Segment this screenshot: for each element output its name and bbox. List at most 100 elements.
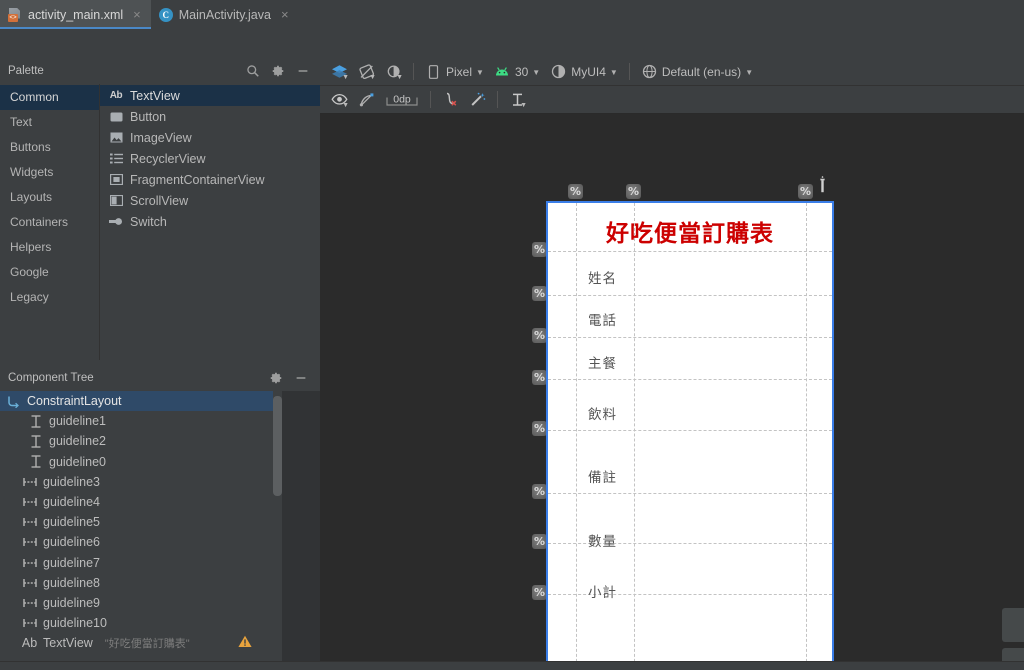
palette-category-legacy[interactable]: Legacy (0, 285, 99, 310)
tree-row-guideline8[interactable]: guideline8 (0, 573, 282, 593)
guideline-handle-horizontal-5[interactable]: % (532, 421, 547, 436)
guideline-handle-horizontal-8[interactable]: % (532, 585, 547, 600)
palette-category-helpers[interactable]: Helpers (0, 235, 99, 260)
tree-row-guideline9[interactable]: guideline9 (0, 593, 282, 613)
tree-row-guideline0[interactable]: guideline0 (0, 452, 282, 472)
guideline-handle-horizontal-3[interactable]: % (532, 328, 547, 343)
preview-field-label-remark: 備註 (588, 470, 617, 486)
tree-row-guideline4[interactable]: guideline4 (0, 492, 282, 512)
palette-category-common[interactable]: Common (0, 85, 99, 110)
theme-contrast-icon: ▼ (385, 63, 403, 81)
guideline-handle-horizontal-7[interactable]: % (532, 534, 547, 549)
tree-row-guideline10[interactable]: guideline10 (0, 613, 282, 633)
guideline-handle-horizontal-2[interactable]: % (532, 286, 547, 301)
guideline-handle-horizontal-1[interactable]: % (532, 242, 547, 257)
tree-row-guideline5[interactable]: guideline5 (0, 512, 282, 532)
toggle-constraints-button[interactable] (353, 88, 380, 112)
palette-item-fragmentcontainerview[interactable]: FragmentContainerView (100, 169, 320, 190)
recyclerview-icon (109, 152, 123, 166)
palette-item-button[interactable]: Button (100, 106, 320, 127)
palette-category-text[interactable]: Text (0, 110, 99, 135)
tree-row-guideline6[interactable]: guideline6 (0, 532, 282, 552)
gear-icon[interactable] (271, 64, 285, 78)
tab-activity-main-xml[interactable]: <> activity_main.xml × (0, 0, 151, 29)
tree-row-textview[interactable]: Ab TextView "好吃便當訂購表" (0, 633, 282, 653)
textview-icon: Ab (21, 636, 38, 651)
theme-selector[interactable]: MyUI4 ▼ (545, 60, 623, 84)
fragment-icon (109, 173, 123, 187)
palette-item-label: Button (130, 109, 167, 124)
palette-item-textview[interactable]: Ab TextView (100, 85, 320, 106)
preview-field-label-drink: 飲料 (588, 407, 617, 423)
android-studio-window: <> activity_main.xml × C MainActivity.ja… (0, 0, 1024, 670)
palette-category-layouts[interactable]: Layouts (0, 185, 99, 210)
preview-horizontal-guideline-3 (548, 337, 832, 338)
tree-row-constraintlayout[interactable]: ConstraintLayout (0, 391, 282, 412)
search-icon[interactable] (246, 64, 260, 78)
palette-category-google[interactable]: Google (0, 260, 99, 285)
toolbar-separator (413, 63, 414, 80)
design-mode-button[interactable]: ▼ (326, 60, 353, 84)
guideline-handle-vertical-1[interactable]: % (568, 184, 583, 199)
tree-row-guideline7[interactable]: guideline7 (0, 553, 282, 573)
guideline-add-icon: ▼ (512, 93, 527, 109)
minimize-icon[interactable] (296, 64, 310, 78)
palette-item-label: RecyclerView (130, 151, 206, 166)
guideline-horizontal-icon (28, 434, 43, 448)
device-preview[interactable]: 好吃便當訂購表 姓名 電話 主餐 飲料 備註 數量 小計 (546, 201, 834, 670)
tree-row-guideline2[interactable]: guideline2 (0, 431, 282, 451)
gear-icon[interactable] (269, 371, 283, 385)
device-selector[interactable]: Pixel ▼ (420, 60, 489, 84)
toolbar-separator (628, 63, 630, 80)
tree-row-label: guideline2 (49, 434, 106, 449)
guideline-handle-horizontal-4[interactable]: % (532, 370, 547, 385)
guideline-handle-vertical-2[interactable]: % (626, 184, 641, 199)
clear-constraints-button[interactable] (437, 88, 464, 112)
textview-icon: Ab (109, 90, 123, 101)
guideline-horizontal-icon (28, 455, 43, 469)
globe-icon (641, 63, 658, 80)
attributes-section-header[interactable] (1002, 608, 1024, 642)
guideline-handle-vertical-3[interactable]: % (798, 184, 813, 199)
component-tree-scrollbar-thumb[interactable] (273, 396, 282, 496)
palette-item-switch[interactable]: Switch (100, 211, 320, 232)
guidelines-button[interactable]: ▼ (504, 88, 531, 112)
margin-icon: 0dp (385, 91, 419, 108)
palette-item-label: ScrollView (130, 193, 189, 208)
clear-constraints-icon (442, 91, 459, 108)
guideline-vertical-icon (22, 535, 37, 549)
infer-constraints-button[interactable] (464, 88, 491, 112)
default-margin-field[interactable]: 0dp (380, 88, 424, 112)
guideline-vertical-icon (22, 596, 37, 610)
close-icon[interactable]: × (281, 8, 289, 21)
wrench-icon[interactable] (817, 176, 828, 196)
palette-item-scrollview[interactable]: ScrollView (100, 190, 320, 211)
palette-category-containers[interactable]: Containers (0, 210, 99, 235)
api-selector[interactable]: 30 ▼ (489, 60, 545, 84)
switch-icon (109, 215, 123, 229)
design-canvas[interactable]: % % % % % % % % % % % 好吃便當訂購表 姓名 電話 主餐 飲… (320, 115, 1024, 670)
theme-button[interactable]: ▼ (380, 60, 407, 84)
category-label: Common (10, 90, 59, 104)
tree-row-guideline1[interactable]: guideline1 (0, 411, 282, 431)
locale-selector[interactable]: Default (en-us) ▼ (636, 60, 758, 84)
close-icon[interactable]: × (133, 8, 141, 21)
device-label: Pixel (446, 64, 473, 79)
button-icon (109, 110, 123, 124)
tab-mainactivity-java[interactable]: C MainActivity.java × (151, 0, 299, 29)
palette-item-imageview[interactable]: ImageView (100, 127, 320, 148)
preview-horizontal-guideline-4 (548, 379, 832, 380)
palette-item-recyclerview[interactable]: RecyclerView (100, 148, 320, 169)
orientation-button[interactable]: ▼ (353, 60, 380, 84)
guideline-vertical-icon (22, 576, 37, 590)
palette-category-widgets[interactable]: Widgets (0, 160, 99, 185)
tree-row-guideline3[interactable]: guideline3 (0, 472, 282, 492)
palette-category-buttons[interactable]: Buttons (0, 135, 99, 160)
preview-field-label-name: 姓名 (588, 271, 617, 287)
preview-field-label-quantity: 數量 (588, 534, 617, 550)
view-options-button[interactable]: ▼ (326, 88, 353, 112)
java-class-icon: C (158, 7, 173, 22)
minimize-icon[interactable] (294, 371, 308, 385)
guideline-handle-horizontal-6[interactable]: % (532, 484, 547, 499)
preview-vertical-guideline-2 (634, 203, 635, 670)
